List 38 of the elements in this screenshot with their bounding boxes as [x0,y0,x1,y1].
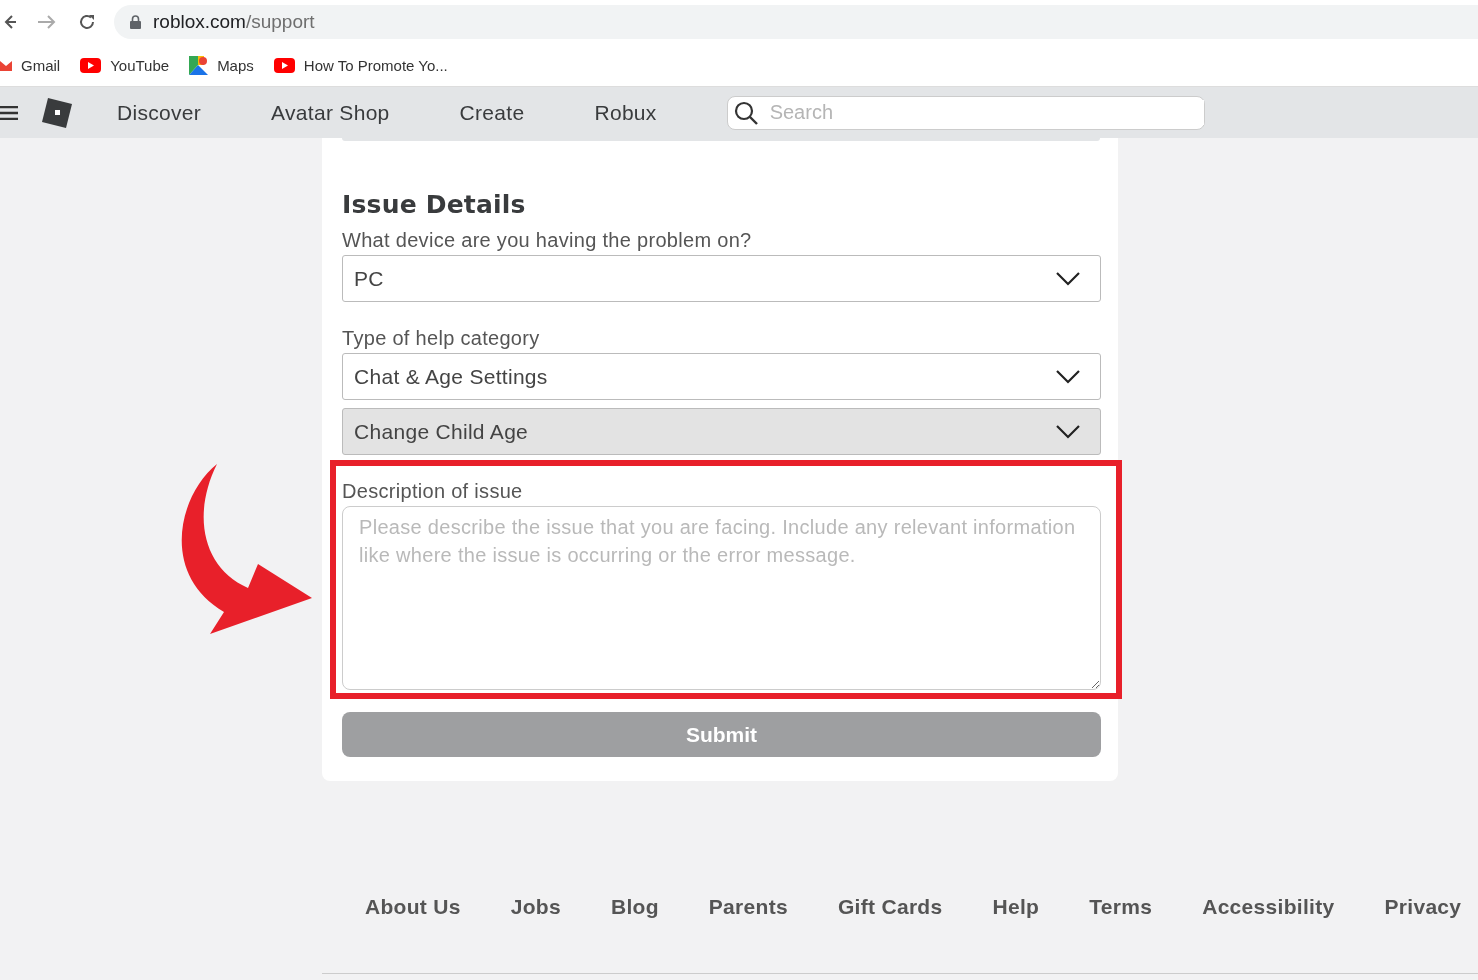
search-icon [733,100,758,125]
footer-link[interactable]: Blog [610,895,659,919]
chevron-down-icon [1056,369,1080,384]
field-label: What device are you having the problem on? [342,229,753,252]
tilted-square-logo[interactable] [42,97,72,128]
dropdown[interactable]: PC [342,255,1101,302]
nav-link[interactable]: Avatar Shop [271,100,390,125]
nav-link[interactable]: Robux [594,100,657,125]
footer-link[interactable]: Gift Cards [837,895,943,919]
field-label: Type of help category [342,327,541,350]
bookmark-link[interactable]: How To Promote Yo... [273,56,448,74]
nav-link[interactable]: Discover [117,100,202,125]
footer-link[interactable]: Privacy [1384,895,1462,919]
footer-link[interactable]: Parents [708,895,788,919]
section-title: Issue Details [342,190,527,219]
footer-link[interactable]: About Us [365,895,461,919]
dropdown[interactable]: Chat & Age Settings [342,353,1101,400]
play-logo-icon [273,57,295,73]
play-logo-icon [80,57,102,73]
bookmark-link[interactable]: YouTube [80,56,170,74]
map-pin-icon [189,55,209,75]
bookmark-link[interactable]: Maps [189,55,254,75]
search-field[interactable]: Search [726,95,1205,130]
chevron-down-icon [1056,271,1080,286]
field-label: Description of issue [342,480,524,503]
mail-logo-icon [0,59,12,71]
description-field[interactable]: Please describe the issue that you are facing. Include any relevant information like where the issue is occurring or the error message. [342,506,1101,690]
url-text: roblox.com/support [153,11,315,33]
address-bar[interactable]: roblox.com/support [114,5,1478,39]
nav-link[interactable]: Create [459,100,525,125]
menu-icon[interactable] [0,105,18,120]
chevron-down-icon [1056,424,1080,439]
footer-link[interactable]: Jobs [510,895,561,919]
footer-link[interactable]: Terms [1089,895,1153,919]
lock-icon [130,15,141,29]
bookmark-link[interactable]: Gmail [0,56,61,74]
footer-link[interactable]: Accessibility [1202,895,1335,919]
footer-link[interactable]: Help [992,895,1040,919]
